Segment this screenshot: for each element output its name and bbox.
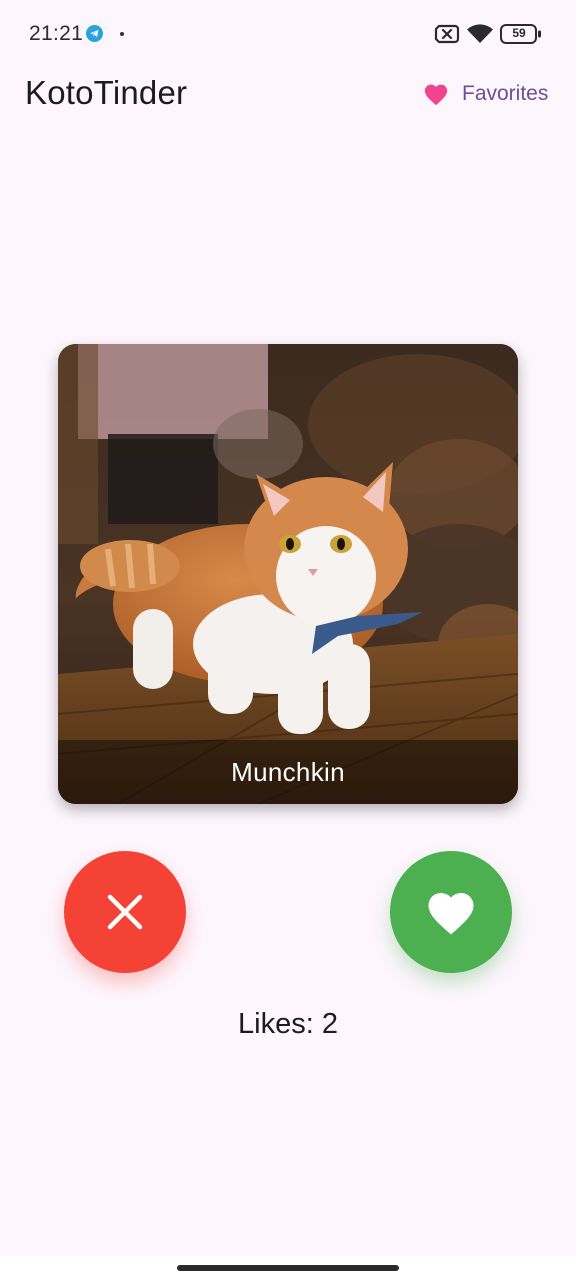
cat-photo bbox=[58, 344, 518, 804]
cat-card[interactable]: Munchkin bbox=[58, 344, 518, 804]
heart-icon bbox=[424, 84, 448, 106]
sim-card-off-icon bbox=[434, 24, 460, 44]
wifi-icon bbox=[467, 24, 493, 43]
favorites-label: Favorites bbox=[462, 82, 549, 105]
status-time: 21:21 bbox=[29, 22, 84, 45]
app-title: KotoTinder bbox=[25, 74, 188, 111]
dislike-button[interactable] bbox=[64, 851, 186, 973]
close-icon bbox=[107, 894, 143, 930]
cat-name: Munchkin bbox=[231, 756, 345, 787]
battery-level: 59 bbox=[512, 26, 526, 40]
favorites-button[interactable]: Favorites bbox=[410, 70, 562, 118]
home-indicator[interactable] bbox=[177, 1265, 399, 1271]
like-button[interactable] bbox=[390, 851, 512, 973]
status-bar: 21:21 59 bbox=[0, 0, 576, 68]
app-screen: 21:21 59 KotoTinder Favorites Munchkin L… bbox=[0, 0, 576, 1280]
likes-counter: Likes: 2 bbox=[238, 1008, 338, 1040]
telegram-icon bbox=[86, 25, 103, 42]
heart-icon bbox=[428, 893, 474, 935]
notification-dot bbox=[120, 32, 124, 36]
card-caption: Munchkin bbox=[58, 740, 518, 804]
